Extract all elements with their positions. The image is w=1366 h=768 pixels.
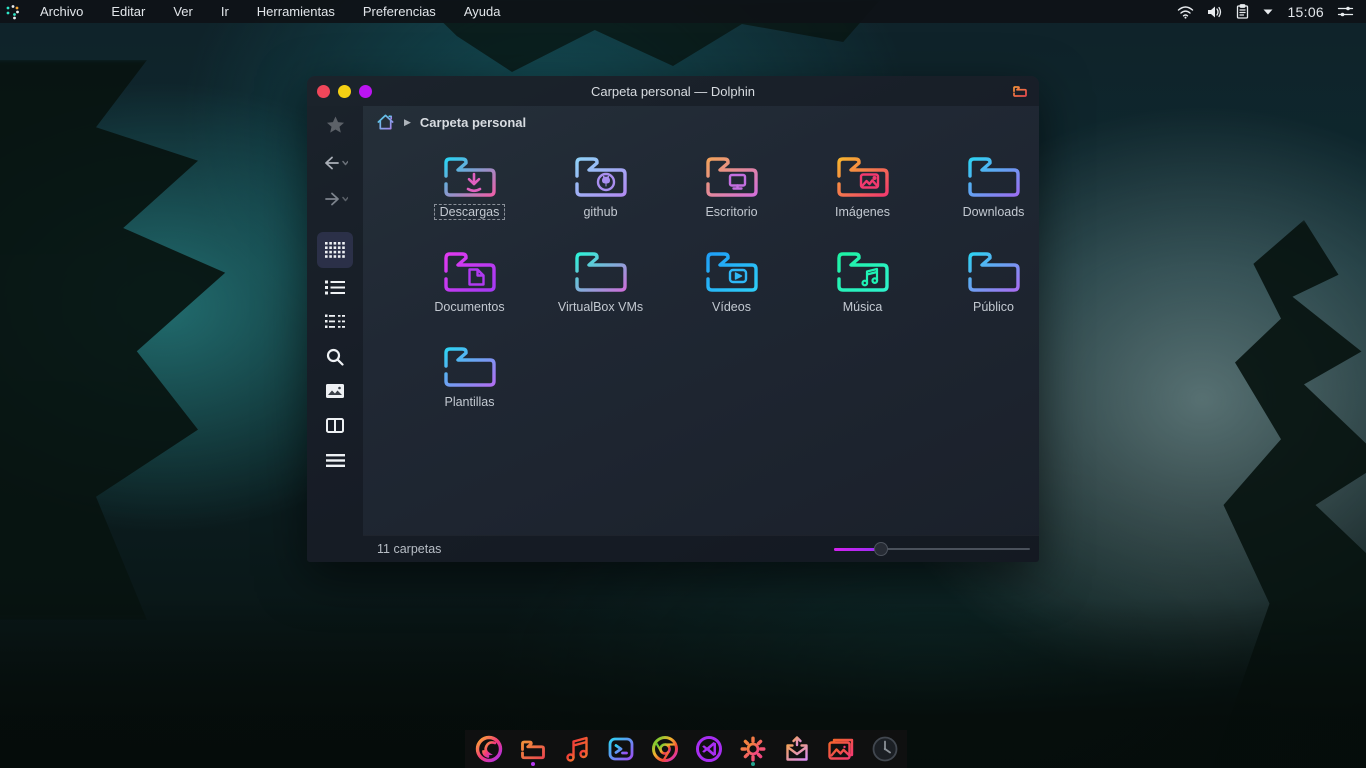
folder-item-downloads[interactable]: Downloads — [928, 150, 1039, 245]
dock — [465, 730, 907, 768]
window-titlebar[interactable]: Carpeta personal — Dolphin — [307, 76, 1039, 106]
expander-caret-icon[interactable] — [1262, 8, 1274, 16]
folder-item-musica[interactable]: Música — [797, 245, 928, 340]
running-indicator — [531, 762, 535, 766]
folder-label: Plantillas — [444, 395, 495, 409]
zoom-slider-fill — [834, 547, 878, 551]
favorite-star-icon[interactable] — [317, 110, 353, 140]
folder-label: Descargas — [433, 204, 506, 220]
wifi-icon[interactable] — [1177, 5, 1194, 19]
icons-view-button[interactable] — [317, 232, 353, 268]
folder-item-github[interactable]: github — [535, 150, 666, 245]
status-bar: 11 carpetas — [363, 535, 1039, 562]
menu-preferencias[interactable]: Preferencias — [349, 0, 450, 23]
folder-item-imagenes[interactable]: Imágenes — [797, 150, 928, 245]
dock-chrome-icon[interactable] — [650, 732, 680, 766]
folder-label: Imágenes — [835, 205, 890, 219]
zoom-slider-handle[interactable] — [874, 542, 888, 556]
menu-archivo[interactable]: Archivo — [26, 0, 97, 23]
preview-image-icon[interactable] — [317, 376, 353, 406]
folder-item-virtualbox-vms[interactable]: VirtualBox VMs — [535, 245, 666, 340]
breadcrumb-current[interactable]: Carpeta personal — [420, 115, 526, 130]
close-button[interactable] — [317, 84, 330, 98]
folder-label: github — [583, 205, 618, 219]
dolphin-app-icon — [1012, 84, 1039, 98]
dock-vscode-icon[interactable] — [694, 732, 724, 766]
clipboard-icon[interactable] — [1236, 4, 1249, 19]
distro-logo-icon[interactable] — [0, 3, 26, 20]
dock-firefox-icon[interactable] — [474, 732, 504, 766]
dock-settings-gear-icon[interactable] — [738, 732, 768, 766]
folder-item-documentos[interactable]: Documentos — [404, 245, 535, 340]
running-indicator — [751, 762, 755, 766]
folder-label: Vídeos — [712, 300, 751, 314]
wallpaper-tree-silhouette-left — [0, 60, 226, 620]
window-sidebar — [307, 106, 363, 562]
folder-item-videos[interactable]: Vídeos — [666, 245, 797, 340]
folder-item-plantillas[interactable]: Plantillas — [404, 340, 535, 435]
tweaks-sliders-icon[interactable] — [1337, 5, 1354, 18]
dock-clock-icon[interactable] — [870, 732, 900, 766]
folder-label: Documentos — [434, 300, 505, 314]
folder-label: VirtualBox VMs — [557, 300, 644, 314]
dock-file-manager-icon[interactable] — [518, 732, 548, 766]
breadcrumb: ▶ Carpeta personal — [363, 106, 1039, 138]
dock-terminal-icon[interactable] — [606, 732, 636, 766]
folder-label: Música — [842, 300, 883, 314]
system-tray: 15:06 — [1177, 4, 1366, 20]
folder-item-publico[interactable]: Público — [928, 245, 1039, 340]
folder-item-descargas[interactable]: Descargas — [404, 150, 535, 245]
back-button[interactable] — [317, 148, 353, 178]
tray-clock[interactable]: 15:06 — [1287, 4, 1324, 20]
breadcrumb-separator: ▶ — [404, 116, 411, 127]
hamburger-menu-icon[interactable] — [317, 446, 353, 476]
window-title: Carpeta personal — Dolphin — [590, 83, 756, 99]
split-view-icon[interactable] — [317, 410, 353, 440]
dock-music-player-icon[interactable] — [562, 732, 592, 766]
folder-item-escritorio[interactable]: Escritorio — [666, 150, 797, 245]
maximize-button[interactable] — [359, 84, 372, 98]
folder-label: Escritorio — [705, 205, 758, 219]
global-menubar: Archivo Editar Ver Ir Herramientas Prefe… — [0, 0, 1366, 23]
volume-icon[interactable] — [1207, 5, 1223, 19]
menu-editar[interactable]: Editar — [97, 0, 159, 23]
minimize-button[interactable] — [338, 84, 351, 98]
search-icon[interactable] — [317, 342, 353, 372]
dock-mail-share-icon[interactable] — [782, 732, 812, 766]
forward-button[interactable] — [317, 184, 353, 214]
folder-label: Downloads — [962, 205, 1025, 219]
menu-ayuda[interactable]: Ayuda — [450, 0, 515, 23]
compact-view-button[interactable] — [317, 306, 353, 336]
zoom-slider[interactable] — [834, 542, 1030, 556]
menu-ver[interactable]: Ver — [159, 0, 207, 23]
menu-ir[interactable]: Ir — [207, 0, 243, 23]
home-icon[interactable] — [376, 113, 395, 131]
folder-label: Público — [973, 300, 1014, 314]
folder-grid: Descargas github Escritorio Imágenes Dow… — [363, 138, 1039, 535]
folder-count: 11 carpetas — [377, 542, 442, 556]
dock-photos-icon[interactable] — [826, 732, 856, 766]
dolphin-window: Carpeta personal — Dolphin ▶ Carpeta per… — [307, 76, 1039, 562]
menu-herramientas[interactable]: Herramientas — [243, 0, 349, 23]
list-view-button[interactable] — [317, 272, 353, 302]
